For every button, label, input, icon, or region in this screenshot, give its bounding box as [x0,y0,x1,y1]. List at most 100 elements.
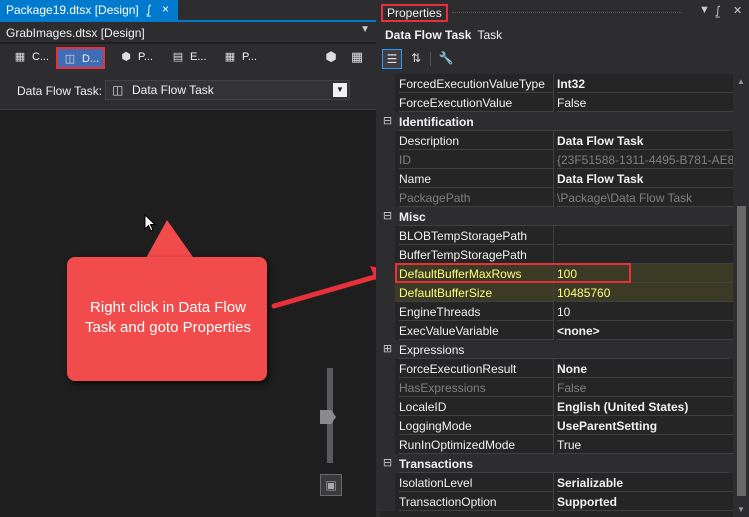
property-row-defaultbuffersize[interactable]: DefaultBufferSize 10485760 [380,283,733,302]
property-value[interactable]: 10 [557,302,733,321]
close-icon[interactable]: ✕ [733,4,742,17]
tab-control-flow[interactable]: ▦ C... [8,47,53,69]
property-value[interactable]: Data Flow Task [557,169,733,188]
pin-icon[interactable]: ⨜ [715,4,721,17]
collapse-icon[interactable]: ⊟ [380,454,395,473]
selected-object-type: Task [477,28,503,42]
category-label: Expressions [399,340,729,359]
property-row-blobtempstoragepath[interactable]: BLOBTempStoragePath [380,226,733,245]
property-row-forcedexecutionvaluetype[interactable]: ForcedExecutionValueType Int32 [380,74,733,93]
property-value[interactable]: \Package\Data Flow Task [557,188,733,207]
data-flow-task-value: Data Flow Task [132,83,214,97]
property-name: ID [399,150,554,169]
property-value[interactable]: False [557,378,733,397]
property-row-id[interactable]: ID {23F51588-1311-4495-B781-AE850 [380,150,733,169]
property-row-enginethreads[interactable]: EngineThreads 10 [380,302,733,321]
property-row-buffertempstoragepath[interactable]: BufferTempStoragePath [380,245,733,264]
property-value[interactable]: False [557,93,733,112]
categorized-icon[interactable]: ☰ [382,49,402,69]
property-value[interactable]: 10485760 [557,283,733,302]
parameters-icon: ⬢ [121,51,131,63]
tab-parameters[interactable]: ⬢ P... [114,47,157,69]
property-value[interactable]: Data Flow Task [557,131,733,150]
data-flow-task-label: Data Flow Task: [17,84,103,98]
category-label: Misc [399,207,729,226]
property-value[interactable]: Serializable [557,473,733,492]
property-value[interactable]: {23F51588-1311-4495-B781-AE850 [557,150,733,169]
property-value[interactable]: Int32 [557,74,733,93]
category-transactions[interactable]: ⊟ Transactions [380,454,733,473]
document-tab[interactable]: Package19.dtsx [Design] ⨜ × [0,0,178,22]
property-row-forceexecutionresult[interactable]: ForceExecutionResult None [380,359,733,378]
window-menu-icon[interactable]: ▼ [699,4,710,16]
property-row-transactionoption[interactable]: TransactionOption Supported [380,492,733,511]
property-name: EngineThreads [399,302,554,321]
default-buffer-max-rows-highlight [395,263,631,283]
chevron-down-icon[interactable]: ▼ [360,24,370,35]
property-row-packagepath[interactable]: PackagePath \Package\Data Flow Task [380,188,733,207]
property-name: TransactionOption [399,492,554,511]
variables-grid-icon[interactable]: ▦ [348,49,366,67]
property-row-runinoptimizedmode[interactable]: RunInOptimizedMode True [380,435,733,454]
control-flow-icon: ▦ [14,51,26,63]
scroll-up-icon[interactable]: ▲ [737,77,745,86]
alphabetical-sort-icon[interactable]: ⇅ [406,49,426,69]
toolbox-icon[interactable]: ⬢ [322,49,340,67]
property-row-description[interactable]: Description Data Flow Task [380,131,733,150]
tab-package-explorer[interactable]: ▦ P... [218,47,261,69]
dropdown-arrow-icon[interactable]: ▼ [333,83,347,97]
property-value[interactable]: Supported [557,492,733,511]
collapse-icon[interactable]: ⊟ [380,112,395,131]
scrollbar-thumb[interactable] [737,206,746,496]
properties-toolbar: ☰ ⇅ 🔧 [376,46,749,72]
property-name: LoggingMode [399,416,554,435]
property-name: ExecValueVariable [399,321,554,340]
pin-icon[interactable]: ⨜ [146,3,152,16]
designer-tab-strip: ▦ C... ◫ D... ⬢ P... ▤ E... ▦ P... ⬢ ▦ [0,44,376,72]
row-gutter [380,416,395,435]
property-row-isolationlevel[interactable]: IsolationLevel Serializable [380,473,733,492]
data-flow-task-select[interactable]: ◫ Data Flow Task ▼ [105,80,350,100]
property-row-execvaluevariable[interactable]: ExecValueVariable <none> [380,321,733,340]
property-row-name[interactable]: Name Data Flow Task [380,169,733,188]
collapse-icon[interactable]: ⊟ [380,207,395,226]
tab-event-handlers[interactable]: ▤ E... [166,47,211,69]
row-gutter [380,131,395,150]
row-gutter [380,74,395,93]
property-value[interactable] [557,245,733,264]
zoom-slider[interactable] [320,368,340,468]
row-gutter [380,397,395,416]
category-identification[interactable]: ⊟ Identification [380,112,733,131]
expand-icon[interactable]: ⊞ [380,340,395,359]
property-value[interactable] [557,226,733,245]
zoom-to-fit-icon[interactable]: ▣ [320,474,342,496]
property-value[interactable]: True [557,435,733,454]
designer-header-title: GrabImages.dtsx [Design] [6,26,145,40]
selected-object[interactable]: Data Flow Task Task [376,24,749,46]
property-grid-scrollbar[interactable]: ▲ ▼ [734,74,749,517]
property-row-forceexecutionvalue[interactable]: ForceExecutionValue False [380,93,733,112]
row-gutter [380,321,395,340]
property-name: ForceExecutionValue [399,93,554,112]
category-label: Transactions [399,454,729,473]
category-expressions[interactable]: ⊞ Expressions [380,340,733,359]
row-gutter [380,188,395,207]
tab-data-flow[interactable]: ◫ D... [56,47,106,69]
zoom-slider-thumb[interactable] [320,410,336,424]
property-pages-wrench-icon[interactable]: 🔧 [436,49,456,69]
property-value[interactable]: <none> [557,321,733,340]
package-designer: Package19.dtsx [Design] ⨜ × GrabImages.d… [0,0,394,517]
property-value[interactable]: UseParentSetting [557,416,733,435]
property-row-loggingmode[interactable]: LoggingMode UseParentSetting [380,416,733,435]
property-name: Description [399,131,554,150]
document-tab-title: Package19.dtsx [Design] [6,3,139,17]
property-row-hasexpressions[interactable]: HasExpressions False [380,378,733,397]
category-misc[interactable]: ⊟ Misc [380,207,733,226]
data-flow-task-icon: ◫ [112,83,124,97]
property-name: RunInOptimizedMode [399,435,554,454]
close-icon[interactable]: × [162,2,169,16]
property-row-localeid[interactable]: LocaleID English (United States) [380,397,733,416]
property-value[interactable]: English (United States) [557,397,733,416]
scroll-down-icon[interactable]: ▼ [737,505,745,514]
property-value[interactable]: None [557,359,733,378]
